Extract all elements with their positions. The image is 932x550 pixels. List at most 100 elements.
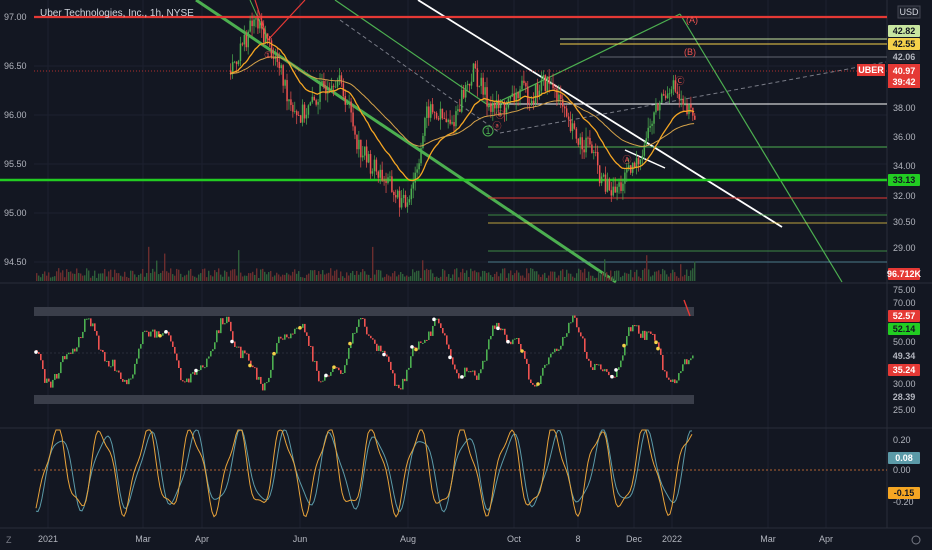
- volume-bar: [48, 272, 50, 281]
- volume-bar: [294, 269, 296, 281]
- volume-bar: [598, 271, 600, 281]
- volume-bar: [316, 274, 318, 281]
- osc-bar: [102, 349, 104, 353]
- osc-bar: [330, 372, 332, 376]
- volume-bar: [680, 264, 682, 281]
- osc-bar: [342, 373, 344, 375]
- left-tick-label: 97.00: [4, 12, 27, 22]
- volume-bar: [572, 276, 574, 281]
- candle-body: [346, 101, 348, 105]
- candle-body: [439, 108, 442, 120]
- volume-bar: [132, 270, 134, 281]
- x-tick-label[interactable]: 2021: [38, 534, 58, 544]
- x-tick-label[interactable]: Mar: [760, 534, 776, 544]
- osc-bar: [516, 338, 518, 340]
- volume-bar: [112, 277, 114, 281]
- osc-bar: [424, 339, 426, 343]
- candle-body: [307, 105, 310, 115]
- volume-bar: [398, 274, 400, 281]
- osc-bar: [478, 373, 480, 380]
- volume-bar: [452, 274, 454, 281]
- x-tick-label[interactable]: Mar: [135, 534, 151, 544]
- volume-bar: [214, 270, 216, 281]
- volume-bar: [664, 270, 666, 281]
- x-tick-label[interactable]: Apr: [819, 534, 833, 544]
- x-tick-label[interactable]: 2022: [662, 534, 682, 544]
- volume-bar: [160, 272, 162, 281]
- candle-body: [688, 104, 690, 115]
- volume-bar: [612, 276, 614, 281]
- volume-bar: [378, 269, 380, 281]
- osc-bar: [402, 378, 404, 390]
- osc-bar: [154, 329, 156, 338]
- symbol-label: UBER: [858, 65, 884, 75]
- volume-bar: [248, 273, 250, 281]
- left-tick-label: 94.50: [4, 257, 27, 267]
- x-tick-label[interactable]: Dec: [626, 534, 643, 544]
- volume-bar: [186, 274, 188, 281]
- left-tick-label: 96.50: [4, 61, 27, 71]
- osc-bar: [636, 325, 638, 327]
- volume-bar: [228, 276, 230, 281]
- volume-bar: [96, 277, 98, 281]
- candle-body: [529, 103, 531, 104]
- osc-dot: [536, 382, 540, 386]
- osc-bar: [598, 364, 600, 366]
- osc-bar: [682, 364, 684, 372]
- volume-bar: [574, 277, 576, 281]
- candle-body: [670, 89, 673, 94]
- candle-body: [470, 81, 473, 86]
- candle-body: [249, 20, 251, 32]
- candle-body: [622, 183, 624, 191]
- volume-bar: [296, 273, 298, 281]
- osc-bar: [182, 380, 184, 382]
- osc-bar: [354, 332, 356, 334]
- candle-body: [626, 169, 628, 173]
- osc-bar: [176, 353, 178, 361]
- candle-body: [243, 34, 246, 45]
- volume-bar: [676, 276, 678, 281]
- chart-canvas[interactable]: ① ⓑⓐ Ⓐ Ⓒ (B) (A) 1 Uber Technologies, Inc., 1h…: [0, 0, 932, 550]
- osc-bar: [410, 356, 412, 368]
- candle-body: [301, 104, 304, 123]
- candle-body: [321, 81, 323, 84]
- candle-body: [336, 80, 339, 87]
- volume-bar: [394, 271, 396, 281]
- volume-bar: [502, 268, 504, 281]
- osc-bar: [210, 351, 212, 357]
- candle-body: [449, 119, 451, 124]
- volume-bar: [354, 274, 356, 281]
- osc-bar: [374, 339, 376, 344]
- osc-bar: [302, 323, 304, 328]
- volume-bar: [362, 269, 364, 281]
- volume-bar: [412, 269, 414, 281]
- osc-dot: [248, 363, 252, 368]
- osc-bar: [650, 331, 652, 334]
- candle-body: [387, 177, 389, 183]
- volume-bar: [488, 272, 490, 281]
- osc-bar: [42, 360, 44, 370]
- timezone-z[interactable]: Z: [6, 535, 12, 545]
- osc-bar: [648, 331, 650, 333]
- x-tick-label[interactable]: Apr: [195, 534, 209, 544]
- volume-bar: [558, 275, 560, 281]
- osc-bar: [220, 318, 222, 334]
- osc-bar: [80, 337, 82, 339]
- volume-bar: [408, 276, 410, 281]
- candle-body: [451, 122, 453, 124]
- osc-bar: [408, 367, 410, 370]
- candle-body: [352, 112, 354, 127]
- volume-bar: [390, 276, 392, 281]
- x-tick-label[interactable]: Oct: [507, 534, 522, 544]
- x-tick-label[interactable]: Jun: [293, 534, 308, 544]
- volume-bar: [206, 277, 208, 281]
- x-tick-label[interactable]: Aug: [400, 534, 416, 544]
- osc-bar: [668, 377, 670, 380]
- candle-body: [398, 190, 401, 208]
- volume-bar: [382, 277, 384, 281]
- osc-bar: [664, 370, 666, 372]
- candle-body: [365, 146, 368, 163]
- volume-bar: [536, 271, 538, 281]
- volume-bar: [686, 269, 688, 281]
- x-tick-label[interactable]: 8: [575, 534, 580, 544]
